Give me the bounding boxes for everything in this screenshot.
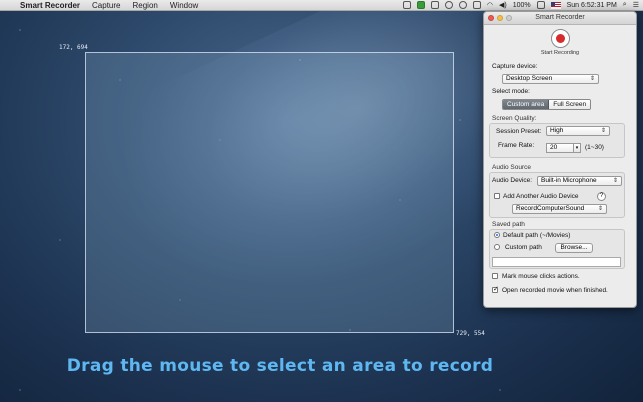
capture-device-value: Desktop Screen [506,75,553,82]
notification-center-icon[interactable]: ☰ [633,1,639,9]
battery-icon[interactable] [536,1,545,9]
second-audio-device-value: RecordComputerSound [516,205,585,212]
status-info-icon[interactable] [444,1,453,9]
bluetooth-icon[interactable] [472,1,481,9]
battery-percent[interactable]: 100% [513,2,531,9]
menu-region[interactable]: Region [133,1,158,10]
mark-clicks-checkbox[interactable] [492,273,498,279]
status-display-icon[interactable] [430,1,439,9]
frame-rate-value: 20 [550,144,558,151]
frame-rate-stepper[interactable]: ▾ [574,143,581,153]
custom-path-label: Custom path [505,244,542,251]
frame-rate-label: Frame Rate: [498,142,535,149]
menubar-clock[interactable]: Sun 6:52:31 PM [567,2,617,9]
status-app-icon[interactable] [402,1,411,9]
volume-icon[interactable]: ◀) [499,1,507,9]
input-source-flag-icon[interactable] [550,1,561,9]
session-preset-label: Session Preset: [496,128,542,135]
add-another-audio-label: Add Another Audio Device [503,193,579,200]
add-another-audio-checkbox[interactable] [494,193,500,199]
wifi-icon[interactable]: ◠ [487,1,493,9]
selection-top-left-coord: 172, 694 [59,44,88,51]
custom-path-radio[interactable] [494,244,500,250]
capture-device-select[interactable]: Desktop Screen ⇕ [502,74,599,84]
default-path-label: Default path (~/Movies) [503,232,571,239]
audio-device-select[interactable]: Built-in Microphone ⇕ [537,176,622,186]
session-preset-value: High [550,127,564,134]
open-when-finished-label: Open recorded movie when finished. [502,287,608,294]
popup-arrows-icon: ⇕ [597,206,603,212]
selection-area[interactable] [85,52,454,333]
capture-device-label: Capture device: [492,63,538,70]
menubar-status-area: ◠ ◀) 100% Sun 6:52:31 PM ⌕ ☰ [402,1,643,9]
spotlight-search-icon[interactable]: ⌕ [623,1,627,9]
menubar: Smart Recorder Capture Region Window ◠ ◀… [0,0,643,11]
menu-capture[interactable]: Capture [92,1,120,10]
open-when-finished-checkbox[interactable] [492,285,499,293]
status-green-icon[interactable] [416,1,425,9]
custom-path-field[interactable] [492,257,621,267]
session-preset-select[interactable]: High ⇕ [546,126,610,136]
saved-path-title: Saved path [492,221,525,228]
mark-clicks-label: Mark mouse clicks actions. [502,273,580,280]
popup-arrows-icon: ⇕ [600,128,606,134]
audio-device-label: Audio Device: [492,177,533,184]
start-recording-button[interactable] [550,29,570,48]
menu-window[interactable]: Window [170,1,198,10]
start-recording-label: Start Recording [540,50,580,56]
audio-source-title: Audio Source [492,164,532,171]
audio-device-value: Built-in Microphone [541,177,597,184]
help-icon[interactable]: ? [597,192,606,201]
frame-rate-field[interactable]: 20 [546,143,574,153]
mode-full-screen[interactable]: Full Screen [549,100,591,109]
screen-quality-title: Screen Quality: [492,115,537,122]
instruction-caption: Drag the mouse to select an area to reco… [66,356,494,376]
popup-arrows-icon: ⇕ [612,178,618,184]
panel-title: Smart Recorder [535,14,585,21]
time-machine-icon[interactable] [458,1,467,9]
select-mode-label: Select mode: [492,88,530,95]
default-path-radio[interactable] [494,232,500,238]
second-audio-device-select[interactable]: RecordComputerSound ⇕ [512,204,607,214]
menu-app-name[interactable]: Smart Recorder [20,1,80,10]
mode-segmented-control: Custom area Full Screen [502,99,592,110]
browse-button[interactable]: Browse... [555,243,593,253]
selection-bottom-right-coord: 729, 554 [456,330,485,337]
frame-rate-range: (1~30) [585,144,604,151]
mode-custom-area[interactable]: Custom area [503,100,550,109]
popup-arrows-icon: ⇕ [589,76,595,82]
record-icon [555,34,565,43]
panel-titlebar[interactable]: Smart Recorder [484,12,636,25]
